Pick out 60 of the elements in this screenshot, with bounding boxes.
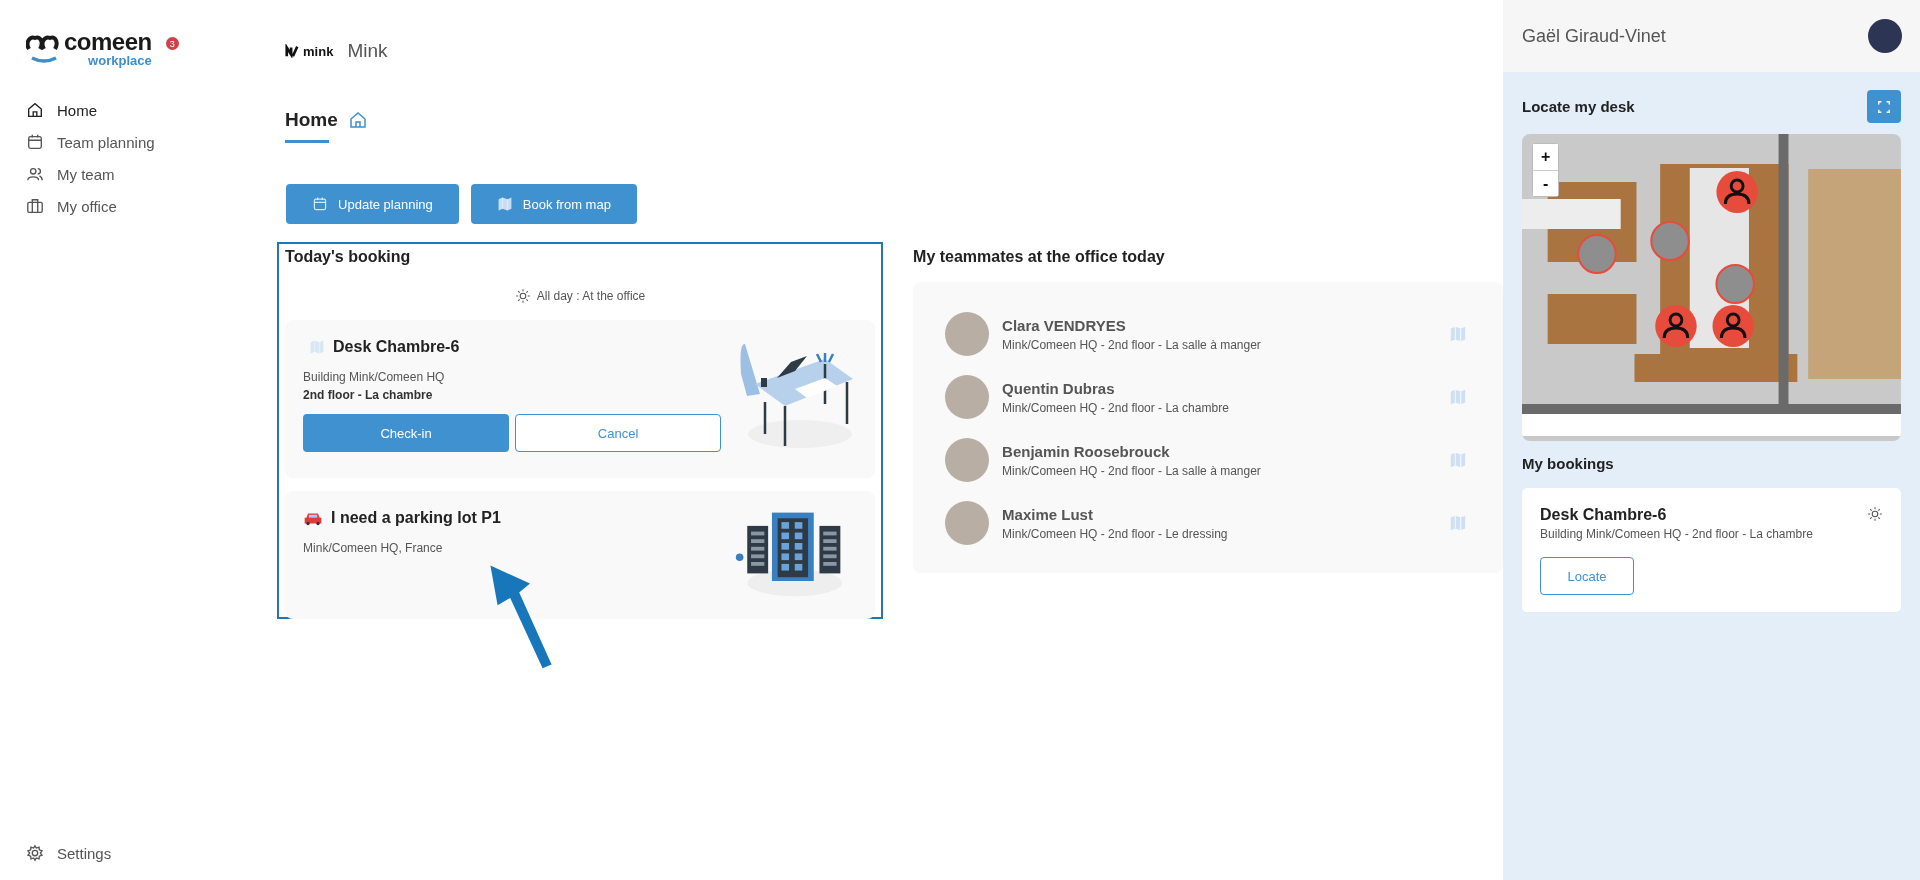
- zoom-out-button[interactable]: -: [1533, 170, 1559, 196]
- teammate-name: Benjamin Roosebrouck: [1002, 442, 1171, 460]
- page-tab[interactable]: Home: [285, 109, 368, 146]
- nav-item[interactable]: Home: [26, 101, 97, 119]
- calendar-icon: [26, 133, 44, 151]
- map-icon[interactable]: [1449, 388, 1468, 406]
- booking-location: Building Mink/Comeen HQ - 2nd floor - La chambre: [1540, 527, 1813, 541]
- avatar: [945, 375, 990, 419]
- org-logo-text: mink: [303, 43, 334, 59]
- booking-title: Desk Chambre-6: [333, 338, 460, 356]
- briefcase-icon: [26, 197, 44, 215]
- home-icon: [347, 110, 368, 130]
- settings-link[interactable]: Settings: [26, 844, 112, 862]
- people-icon: [26, 165, 44, 183]
- map-icon: [496, 196, 513, 212]
- home-icon: [26, 101, 44, 119]
- nav-item[interactable]: My team: [26, 165, 115, 183]
- section-title: My bookings: [1522, 455, 1615, 472]
- user-name: Gaël Giraud-Vinet: [1522, 25, 1666, 47]
- teammate-location: Mink/Comeen HQ - 2nd floor - La salle à manger: [1002, 337, 1262, 352]
- teammate-location: Mink/Comeen HQ - 2nd floor - La salle à manger: [1002, 463, 1262, 478]
- avatar: [945, 438, 990, 482]
- logo-mark-icon: [26, 33, 62, 64]
- map-icon[interactable]: [1449, 325, 1468, 343]
- brand-name: comeen: [64, 30, 152, 54]
- nav-item[interactable]: Team planning: [26, 133, 155, 151]
- teammate-location: Mink/Comeen HQ - 2nd floor - Le dressing: [1002, 526, 1229, 541]
- section-title: Today's booking: [285, 248, 412, 266]
- locate-button[interactable]: Locate: [1540, 557, 1635, 595]
- org-name: Mink: [347, 40, 388, 62]
- avatar: [945, 501, 990, 545]
- teammate-name: Quentin Dubras: [1002, 379, 1116, 397]
- brand-tagline: workplace: [88, 54, 152, 67]
- fullscreen-button[interactable]: [1867, 90, 1901, 123]
- nav-item[interactable]: My office: [26, 197, 117, 215]
- booking-title: Desk Chambre-6: [1540, 506, 1668, 524]
- calendar-icon: [312, 196, 329, 212]
- map-icon[interactable]: [1449, 514, 1468, 532]
- sun-icon: [514, 288, 531, 304]
- booking-floor: 2nd floor - La chambre: [303, 388, 434, 402]
- period-label: All day : At the office: [536, 289, 646, 303]
- sun-icon: [1867, 506, 1883, 522]
- booking-location: Mink/Comeen HQ, France: [303, 541, 444, 555]
- teammate-name: Maxime Lust: [1002, 505, 1094, 523]
- notification-badge: 3: [165, 37, 179, 50]
- map-icon[interactable]: [1449, 451, 1468, 469]
- cancel-button[interactable]: Cancel: [515, 414, 722, 452]
- booking-title: I need a parking lot P1: [331, 509, 501, 527]
- section-title: My teammates at the office today: [913, 248, 1166, 266]
- fullscreen-icon: [1877, 99, 1891, 114]
- booking-location: Building Mink/Comeen HQ: [303, 370, 446, 384]
- teammate-location: Mink/Comeen HQ - 2nd floor - La chambre: [1002, 400, 1230, 415]
- org-logo-icon: [285, 44, 300, 58]
- teammate-name: Clara VENDRYES: [1002, 316, 1127, 334]
- section-title: Locate my desk: [1522, 98, 1635, 115]
- avatar: [945, 312, 990, 356]
- floor-map-drawing[interactable]: [1522, 134, 1901, 441]
- settings-icon: [26, 844, 44, 862]
- map-icon: [309, 339, 326, 355]
- user-avatar[interactable]: [1868, 19, 1902, 53]
